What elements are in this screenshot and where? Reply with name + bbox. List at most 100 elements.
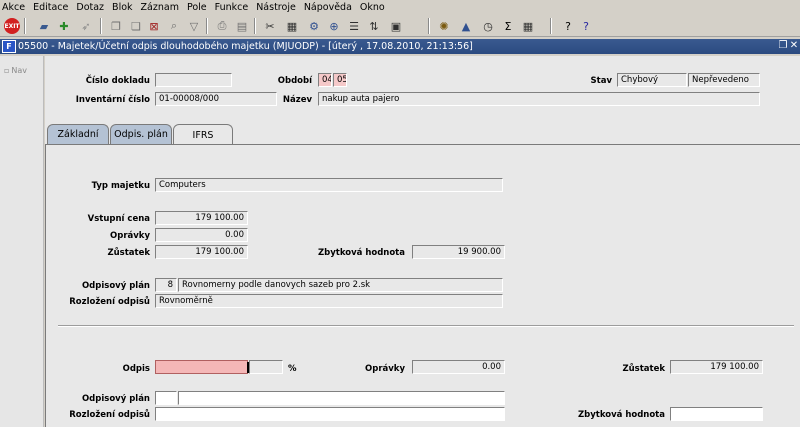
toolbar: EXIT ▰ ✚ ➶ ❐ ❏ ⊠ ⌕ ▽ ⎙ ▤ ✂ ▦ ⚙ ⊕ ☰ ⇅ ▣ ✺ ▲ ◷ Σ ▦??: [0, 15, 800, 37]
toolbar-separator: [24, 18, 26, 34]
zoom-icon[interactable]: ⊕: [326, 18, 342, 34]
lower-opravky-field[interactable]: 0.00: [412, 360, 505, 374]
grid-icon[interactable]: ▦: [520, 18, 536, 34]
cislo-dokladu-field[interactable]: [155, 73, 232, 87]
exit-icon[interactable]: EXIT: [4, 18, 20, 34]
menu-5[interactable]: Pole: [187, 2, 207, 13]
menu-8[interactable]: Nápověda: [304, 2, 352, 13]
zustatek-label: Zůstatek: [107, 248, 150, 258]
help-icon[interactable]: ?: [560, 18, 576, 34]
zbytkova-hodnota-label: Zbytková hodnota: [317, 248, 405, 258]
tab-ifrs[interactable]: IFRS: [173, 124, 233, 145]
mountain-icon[interactable]: ▲: [458, 18, 474, 34]
zustatek-field[interactable]: 179 100.00: [155, 245, 248, 259]
nazev-label: Název: [282, 95, 312, 105]
query-icon[interactable]: ⌕: [166, 18, 182, 34]
lower-zustatek-label: Zůstatek: [622, 364, 665, 374]
nav-panel[interactable]: ▫ Nav: [0, 56, 44, 427]
copy-icon[interactable]: ❐: [108, 18, 124, 34]
rozlozeni-odpisu-label: Rozložení odpisů: [69, 297, 150, 307]
tab-ifrs-label: IFRS: [192, 129, 214, 141]
menu-2[interactable]: Dotaz: [76, 2, 104, 13]
clock-icon[interactable]: ◷: [480, 18, 496, 34]
clear-icon[interactable]: ⊠: [146, 18, 162, 34]
odpis-label: Odpis: [122, 364, 150, 374]
cislo-dokladu-label: Číslo dokladu: [85, 76, 150, 86]
rozlozeni-odpisu-field[interactable]: Rovnoměrně: [155, 294, 503, 308]
lower-odpisovy-plan-label: Odpisový plán: [81, 394, 150, 404]
pin-icon[interactable]: ➶: [78, 18, 94, 34]
opravky-field[interactable]: 0.00: [155, 228, 248, 242]
window-title: 05500 - Majetek/Účetní odpis dlouhodobéh…: [18, 41, 473, 52]
odpisovy-plan-label: Odpisový plán: [81, 281, 150, 291]
filter-icon[interactable]: ▽: [186, 18, 202, 34]
inventarni-cislo-label: Inventární číslo: [75, 95, 150, 105]
lower-odpisovy-plan-code-input[interactable]: [155, 391, 177, 405]
cut-icon[interactable]: ✂: [262, 18, 278, 34]
toolbar-separator: [428, 18, 430, 34]
save-icon[interactable]: ▰: [36, 18, 52, 34]
odpis-percent-field[interactable]: [249, 360, 283, 374]
tab-zakladni-label: Základní: [57, 129, 99, 140]
stav-label: Stav: [590, 76, 612, 86]
odpis-input[interactable]: [155, 360, 248, 374]
typ-majetku-field[interactable]: Computers: [155, 178, 503, 192]
section-divider: [58, 325, 794, 327]
close-window-icon[interactable]: ✕: [789, 40, 799, 51]
percent-label: %: [288, 364, 297, 374]
menu-4[interactable]: Záznam: [141, 2, 179, 13]
menu-7[interactable]: Nástroje: [256, 2, 296, 13]
paste-icon[interactable]: ❏: [128, 18, 144, 34]
table-icon[interactable]: ▦: [284, 18, 300, 34]
tab-zakladni[interactable]: Základní: [47, 124, 109, 144]
stav-field-2[interactable]: Nepřevedeno: [688, 73, 760, 87]
obdobi-month-field[interactable]: 04: [318, 73, 332, 87]
sort-icon[interactable]: ⇅: [366, 18, 382, 34]
lower-zustatek-field[interactable]: 179 100.00: [670, 360, 763, 374]
typ-majetku-label: Typ majetku: [91, 181, 150, 191]
nav-label: Nav: [11, 66, 28, 75]
nazev-field[interactable]: nakup auta pajero: [318, 92, 760, 106]
print-icon[interactable]: ⎙: [214, 18, 230, 34]
obdobi-year-field[interactable]: 05: [333, 73, 347, 87]
obdobi-label: Období: [277, 76, 312, 86]
sum-icon[interactable]: Σ: [500, 18, 516, 34]
tab-odpis-plan[interactable]: Odpis. plán: [110, 124, 172, 144]
tools-icon[interactable]: ⚙: [306, 18, 322, 34]
window-title-bar: F 05500 - Majetek/Účetní odpis dlouhodob…: [0, 39, 800, 54]
lower-rozlozeni-label: Rozložení odpisů: [69, 410, 150, 420]
lower-rozlozeni-input[interactable]: [155, 407, 505, 421]
nav-toggle[interactable]: ▫ Nav: [4, 66, 27, 75]
preview-icon[interactable]: ▤: [234, 18, 250, 34]
toolbar-separator: [206, 18, 208, 34]
menu-bar: Akce Editace Dotaz Blok Záznam Pole Funkce Nást…: [0, 0, 800, 15]
app-icon: F: [2, 40, 16, 53]
inventarni-cislo-field[interactable]: 01-00008/000: [155, 92, 277, 106]
menu-9[interactable]: Okno: [360, 2, 385, 13]
odpisovy-plan-code-field[interactable]: 8: [155, 278, 177, 292]
list-icon[interactable]: ☰: [346, 18, 362, 34]
menu-0[interactable]: Akce: [2, 2, 25, 13]
lower-opravky-label: Oprávky: [365, 364, 405, 374]
menu-3[interactable]: Blok: [112, 2, 132, 13]
context-help-icon[interactable]: ?: [578, 18, 594, 34]
toolbar-separator: [100, 18, 102, 34]
calc-icon[interactable]: ▣: [388, 18, 404, 34]
odpisovy-plan-field[interactable]: Rovnomerny podle danovych sazeb pro 2.sk: [178, 278, 503, 292]
stav-field-1[interactable]: Chybový: [617, 73, 687, 87]
toolbar-separator: [550, 18, 552, 34]
tab-odpis-plan-label: Odpis. plán: [114, 129, 168, 140]
lower-odpisovy-plan-input[interactable]: [178, 391, 505, 405]
add-record-icon[interactable]: ✚: [56, 18, 72, 34]
restore-window-icon[interactable]: ❐: [778, 40, 788, 51]
opravky-label: Oprávky: [110, 231, 150, 241]
menu-1[interactable]: Editace: [33, 2, 68, 13]
settings-icon[interactable]: ✺: [436, 18, 452, 34]
vstupni-cena-label: Vstupní cena: [87, 214, 150, 224]
lower-zbytkova-hodnota-input[interactable]: [670, 407, 763, 421]
zbytkova-hodnota-field[interactable]: 19 900.00: [412, 245, 505, 259]
lower-zbytkova-hodnota-label: Zbytková hodnota: [577, 410, 665, 420]
menu-6[interactable]: Funkce: [215, 2, 249, 13]
nav-icon: ▫: [4, 66, 10, 75]
vstupni-cena-field[interactable]: 179 100.00: [155, 211, 248, 225]
